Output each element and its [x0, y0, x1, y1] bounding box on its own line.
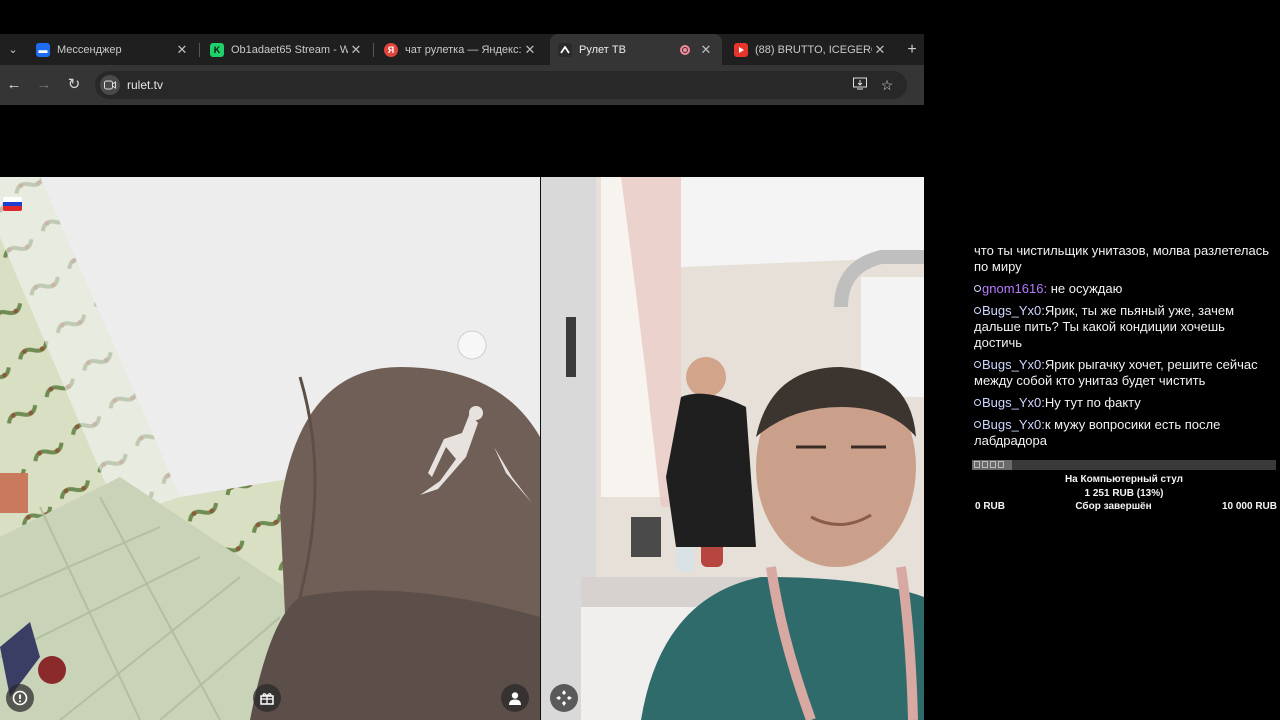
goal-icon [998, 461, 1004, 468]
tab-title: чат рулетка — Яндекс: на [405, 43, 522, 56]
donation-goal-progress-bar [972, 460, 1276, 470]
youtube-icon [734, 42, 748, 57]
chat-username: Bugs_Yx0: [982, 417, 1045, 432]
reload-icon[interactable]: ↻ [64, 75, 84, 95]
chat-message-text: Ну тут по факту [1044, 395, 1141, 410]
tab-kick-stream[interactable]: K Ob1adaet65 Stream - Wat ✕ [202, 34, 372, 65]
chat-username: gnom1616: [982, 281, 1048, 296]
tab-separator [199, 43, 200, 57]
country-flag-icon [3, 197, 22, 211]
forward-arrow-icon[interactable]: → [34, 75, 54, 95]
report-icon[interactable] [6, 684, 34, 712]
game-controller-icon[interactable] [550, 684, 578, 712]
tab-messenger[interactable]: ▬ Мессенджер ✕ [28, 34, 198, 65]
tab-separator [373, 43, 374, 57]
donation-goal-title: На Компьютерный стул [1064, 474, 1184, 485]
bookmark-star-icon[interactable]: ☆ [878, 76, 896, 94]
profile-user-icon[interactable] [501, 684, 529, 712]
user-badge-icon [974, 361, 981, 368]
chat-username: Bugs_Yx0: [982, 303, 1045, 318]
chat-username: Bugs_Yx0: [982, 357, 1045, 372]
chat-message: Bugs_Yx0:Ярик рыгачку хочет, решите сейч… [974, 357, 1274, 389]
browser-toolbar: ← → ↻ rulet.tv ☆ [0, 65, 924, 105]
yandex-icon: Я [384, 42, 398, 57]
close-tab-icon[interactable]: ✕ [698, 42, 714, 58]
kick-icon: K [210, 42, 224, 57]
goal-icon [974, 461, 980, 468]
chat-message: Bugs_Yx0:Ну тут по факту [974, 395, 1274, 411]
messenger-icon: ▬ [36, 42, 50, 57]
close-tab-icon[interactable]: ✕ [174, 42, 190, 58]
back-arrow-icon[interactable]: ← [4, 75, 24, 95]
donation-goal-min: 0 RUB [975, 501, 1006, 512]
tab-title: Рулет ТВ [579, 43, 626, 56]
rulet-tv-icon [558, 42, 572, 57]
user-badge-icon [974, 421, 981, 428]
tab-yandex-search[interactable]: Я чат рулетка — Яндекс: на ✕ [376, 34, 546, 65]
gift-icon[interactable] [253, 684, 281, 712]
url-text: rulet.tv [127, 78, 164, 92]
goal-icon [990, 461, 996, 468]
chat-message: что ты чистильщик унитазов, молва разлет… [974, 243, 1274, 275]
donation-goal-status: Сбор завершён [1075, 501, 1152, 512]
close-tab-icon[interactable]: ✕ [872, 42, 888, 58]
chat-panel: что ты чистильщик унитазов, молва разлет… [974, 243, 1274, 455]
chat-message-text: что ты чистильщик унитазов, молва разлет… [974, 243, 1269, 274]
tab-rulet-tv[interactable]: Рулет ТВ ✕ [550, 34, 722, 65]
user-badge-icon [974, 307, 981, 314]
recording-icon [680, 44, 690, 55]
chat-username: Bugs_Yx0: [982, 395, 1045, 410]
browser-window: ⌄ ▬ Мессенджер ✕ K Ob1adaet65 Stream - W… [0, 0, 924, 720]
tab-title: (88) BRUTTO, ICEGERGERT [755, 43, 872, 56]
partner-video [0, 177, 540, 720]
tab-strip: ⌄ ▬ Мессенджер ✕ K Ob1adaet65 Stream - W… [0, 34, 924, 65]
tab-title: Мессенджер [57, 43, 122, 56]
close-tab-icon[interactable]: ✕ [348, 42, 364, 58]
chat-message: Bugs_Yx0:Ярик, ты же пьяный уже, зачем д… [974, 303, 1274, 351]
tab-title: Ob1adaet65 Stream - Wat [231, 43, 348, 56]
site-info-icon[interactable] [100, 75, 120, 95]
goal-bar-icons [974, 461, 1004, 469]
donation-goal-amount: 1 251 RUB (13%) [1084, 488, 1164, 499]
tab-search-chevron-down-icon[interactable]: ⌄ [4, 41, 22, 59]
new-tab-plus-icon[interactable]: + [903, 41, 921, 59]
chat-message: Bugs_Yx0:к мужу вопросики есть после лаб… [974, 417, 1274, 449]
user-badge-icon [974, 285, 981, 292]
donation-goal-max: 10 000 RUB [1221, 501, 1277, 512]
chat-message-text: не осуждаю [1050, 281, 1123, 296]
install-app-icon[interactable] [851, 76, 869, 94]
own-video [541, 177, 924, 720]
chat-message: gnom1616: не осуждаю [974, 281, 1274, 297]
tab-youtube[interactable]: (88) BRUTTO, ICEGERGERT ✕ [726, 34, 896, 65]
donation-goal-labels: 0 RUB Сбор завершён 10 000 RUB [975, 501, 1277, 512]
user-badge-icon [974, 399, 981, 406]
close-tab-icon[interactable]: ✕ [522, 42, 538, 58]
address-bar[interactable]: rulet.tv ☆ [95, 71, 907, 99]
goal-icon [982, 461, 988, 468]
